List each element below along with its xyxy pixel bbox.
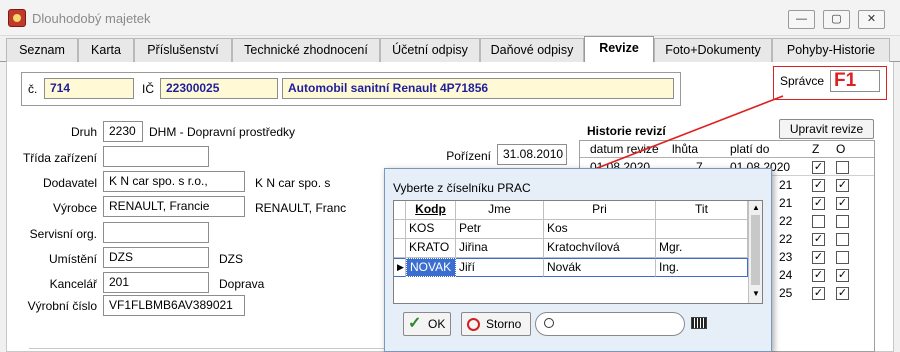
ok-button[interactable]: ✓ OK xyxy=(403,312,451,336)
grid-indicator-header xyxy=(394,201,406,220)
check-o[interactable]: ✓ xyxy=(836,179,849,192)
col-kodp[interactable]: Kodp xyxy=(406,201,456,220)
scroll-down-icon[interactable]: ▼ xyxy=(752,289,760,298)
spravce-field[interactable]: F1 xyxy=(830,70,880,92)
row-indicator xyxy=(394,239,406,258)
check-z[interactable]: ✓ xyxy=(812,161,825,174)
c-label: č. xyxy=(28,82,38,96)
check-o[interactable] xyxy=(836,251,849,264)
umisteni-text: DZS xyxy=(219,252,243,266)
tab-strip: Seznam Karta Příslušenství Technické zho… xyxy=(0,36,900,63)
power-icon xyxy=(467,318,480,331)
check-z[interactable]: ✓ xyxy=(812,233,825,246)
minimize-button[interactable]: — xyxy=(788,10,815,29)
dialog-title: Vyberte z číselníku PRAC xyxy=(393,181,531,195)
ic-label: IČ xyxy=(142,82,154,96)
storno-label: Storno xyxy=(486,317,522,331)
check-z[interactable]: ✓ xyxy=(812,287,825,300)
check-o[interactable] xyxy=(836,161,849,174)
check-o[interactable]: ✓ xyxy=(836,287,849,300)
ok-label: OK xyxy=(428,317,446,331)
check-z[interactable]: ✓ xyxy=(812,197,825,210)
cell-tit[interactable]: Ing. xyxy=(656,258,748,277)
servis-field[interactable] xyxy=(103,222,209,243)
search-icon xyxy=(544,318,554,328)
tab-revize[interactable]: Revize xyxy=(584,36,654,63)
search-input[interactable] xyxy=(535,312,685,336)
tab-technicke-zhodnoceni[interactable]: Technické zhodnocení xyxy=(232,38,380,62)
cell-pri[interactable]: Kos xyxy=(544,220,656,239)
cell-kodp[interactable]: KOS xyxy=(406,220,456,239)
col-pri[interactable]: Pri xyxy=(544,201,656,220)
col-jme[interactable]: Jme xyxy=(456,201,544,220)
tab-ucetni-odpisy[interactable]: Účetní odpisy xyxy=(380,38,480,62)
dialog-grid: Kodp Jme Pri Tit KOS Petr Kos KRATO Jiři… xyxy=(393,200,763,304)
cell-tit[interactable] xyxy=(656,220,748,239)
barcode-icon[interactable] xyxy=(691,317,707,329)
servis-label: Servisní org. xyxy=(29,227,97,241)
cell-kodp[interactable]: KRATO xyxy=(406,239,456,258)
close-button[interactable]: ✕ xyxy=(858,10,885,29)
cell-jme[interactable]: Jiří xyxy=(456,258,544,277)
ic-field[interactable]: 22300025 xyxy=(160,78,278,99)
maximize-button[interactable]: ▢ xyxy=(823,10,850,29)
kancelar-text: Doprava xyxy=(219,277,265,291)
druh-text: DHM - Dopravní prostředky xyxy=(149,125,296,139)
check-o[interactable]: ✓ xyxy=(836,197,849,210)
umisteni-label: Umístění xyxy=(48,252,97,266)
app-icon xyxy=(8,9,26,27)
druh-label: Druh xyxy=(70,125,97,139)
cell-tit[interactable]: Mgr. xyxy=(656,239,748,258)
cell-jme[interactable]: Jiřina xyxy=(456,239,544,258)
tab-prislusenstvi[interactable]: Příslušenství xyxy=(134,38,232,62)
cell-jme[interactable]: Petr xyxy=(456,220,544,239)
row-indicator xyxy=(394,220,406,239)
col-tit[interactable]: Tit xyxy=(656,201,748,220)
tab-karta[interactable]: Karta xyxy=(78,38,134,62)
vyrobni-field[interactable]: VF1FLBMB6AV389021 xyxy=(103,295,245,316)
porizeni-label: Pořízení xyxy=(446,149,491,163)
dodavatel-field[interactable]: K N car spo. s r.o., xyxy=(103,171,245,192)
row-pointer-icon: ▶ xyxy=(394,258,406,277)
druh-code-field[interactable]: 2230 xyxy=(103,121,143,142)
window-title: Dlouhodobý majetek xyxy=(32,11,151,26)
c-field[interactable]: 714 xyxy=(44,78,134,99)
select-dialog: Vyberte z číselníku PRAC Kodp Jme Pri Ti… xyxy=(384,168,772,352)
kancelar-label: Kancelář xyxy=(49,277,97,291)
dodavatel-text: K N car spo. s xyxy=(255,176,331,190)
trida-field[interactable] xyxy=(103,146,209,167)
scroll-up-icon[interactable]: ▲ xyxy=(752,203,760,212)
vyrobce-label: Výrobce xyxy=(52,201,97,215)
vyrobce-field[interactable]: RENAULT, Francie xyxy=(103,196,245,217)
check-z[interactable]: ✓ xyxy=(812,251,825,264)
check-o[interactable]: ✓ xyxy=(836,269,849,282)
tab-pohyby-historie[interactable]: Pohyby-Historie xyxy=(772,38,890,62)
tab-seznam[interactable]: Seznam xyxy=(6,38,78,62)
check-icon: ✓ xyxy=(408,315,422,332)
cell-kodp-selected[interactable]: NOVAK xyxy=(406,258,456,277)
title-bar: Dlouhodobý majetek — ▢ ✕ xyxy=(0,0,900,36)
grid-scrollbar[interactable]: ▲ ▼ xyxy=(748,201,762,303)
f1-annotation: F1 xyxy=(834,70,857,91)
dodavatel-label: Dodavatel xyxy=(42,176,97,190)
cell-pri[interactable]: Kratochvílová xyxy=(544,239,656,258)
trida-label: Třída zařízení xyxy=(22,151,97,165)
umisteni-field[interactable]: DZS xyxy=(103,247,209,268)
storno-button[interactable]: Storno xyxy=(461,312,531,336)
cell-pri[interactable]: Novák xyxy=(544,258,656,277)
kancelar-field[interactable]: 201 xyxy=(103,272,209,293)
check-o[interactable] xyxy=(836,215,849,228)
check-z[interactable]: ✓ xyxy=(812,179,825,192)
spravce-label: Správce xyxy=(780,74,825,88)
tab-danove-odpisy[interactable]: Daňové odpisy xyxy=(480,38,584,62)
tab-foto-dokumenty[interactable]: Foto+Dokumenty xyxy=(654,38,772,62)
vyrobni-label: Výrobní číslo xyxy=(27,299,97,313)
check-z[interactable]: ✓ xyxy=(812,269,825,282)
check-z[interactable] xyxy=(812,215,825,228)
scroll-thumb[interactable] xyxy=(751,215,760,285)
check-o[interactable] xyxy=(836,233,849,246)
vyrobce-text: RENAULT, Franc xyxy=(255,201,347,215)
